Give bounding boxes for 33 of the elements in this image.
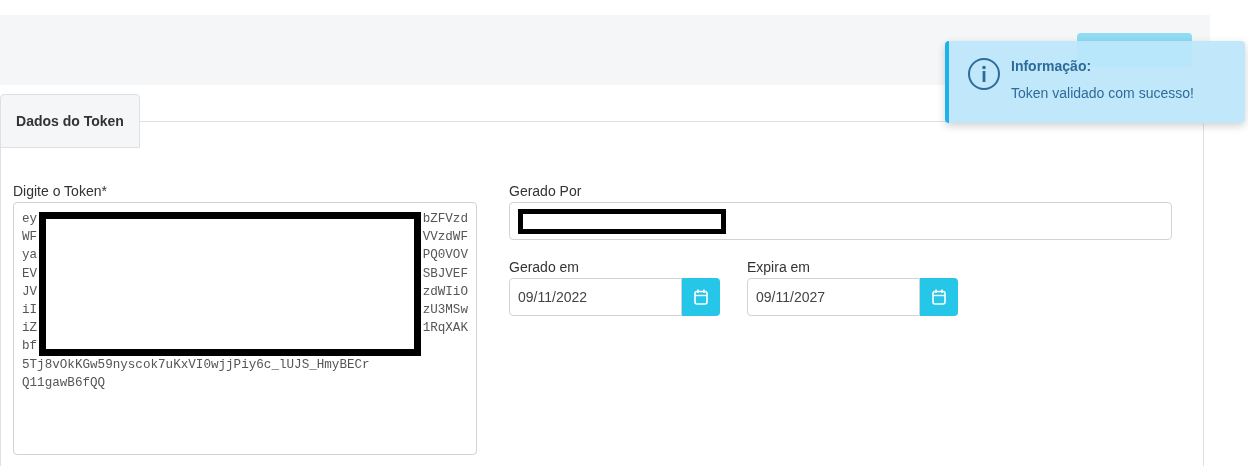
token-text: zdWIiO bbox=[422, 283, 468, 301]
field-label: Gerado em bbox=[509, 258, 581, 276]
calendar-button[interactable] bbox=[682, 278, 720, 316]
info-icon bbox=[967, 57, 1001, 91]
token-text: EV bbox=[22, 265, 38, 283]
token-text: 5Tj8vOkKGw59nyscok7uKxVI0wjjPiy6c_lUJS_HmyBECr bbox=[22, 356, 371, 374]
date-field[interactable]: 09/11/2027 bbox=[747, 278, 920, 316]
token-text: SBJVEF bbox=[422, 265, 468, 283]
toast-message: Token validado com sucesso! bbox=[1011, 84, 1194, 103]
token-text: zU3MSw bbox=[422, 301, 468, 319]
token-text: bZFVzd bbox=[422, 211, 468, 228]
token-text: iI bbox=[22, 301, 38, 319]
token-text: JV bbox=[22, 283, 38, 301]
field-label: Expira em bbox=[747, 258, 812, 276]
toast-title: Informação: bbox=[1011, 57, 1093, 75]
token-text: Q11gawB6fQQ bbox=[22, 374, 107, 392]
token-text: ey bbox=[22, 211, 38, 228]
token-text: 1RqXAK bbox=[422, 320, 468, 338]
token-text: WF bbox=[22, 229, 38, 247]
calendar-icon bbox=[932, 289, 946, 305]
token-text: ya bbox=[22, 247, 38, 265]
token-textarea[interactable]: ey bZFVzd WF VVzdWF ya PQ0VOV EV SBJVEF JV zdWIiO iI zU3MSw iZ 1RqXAK bf 5Tj8vOkKGw59nyscok7uKxVI0wjjPiy6c_lUJS_HmyBECr Q11gawB6fQQ bbox=[13, 202, 477, 455]
field-label: Digite o Token* bbox=[13, 182, 108, 200]
token-text: iZ bbox=[22, 320, 38, 338]
generated-by-field[interactable] bbox=[509, 202, 1172, 240]
token-text: PQ0VOV bbox=[422, 247, 468, 265]
calendar-icon bbox=[694, 289, 708, 305]
field-label: Gerado Por bbox=[509, 182, 583, 200]
token-text: bf bbox=[22, 338, 38, 356]
tab[interactable]: Dados do Token bbox=[0, 94, 140, 148]
calendar-button[interactable] bbox=[920, 278, 958, 316]
token-text: VVzdWF bbox=[422, 229, 468, 247]
date-field[interactable]: 09/11/2022 bbox=[509, 278, 682, 316]
